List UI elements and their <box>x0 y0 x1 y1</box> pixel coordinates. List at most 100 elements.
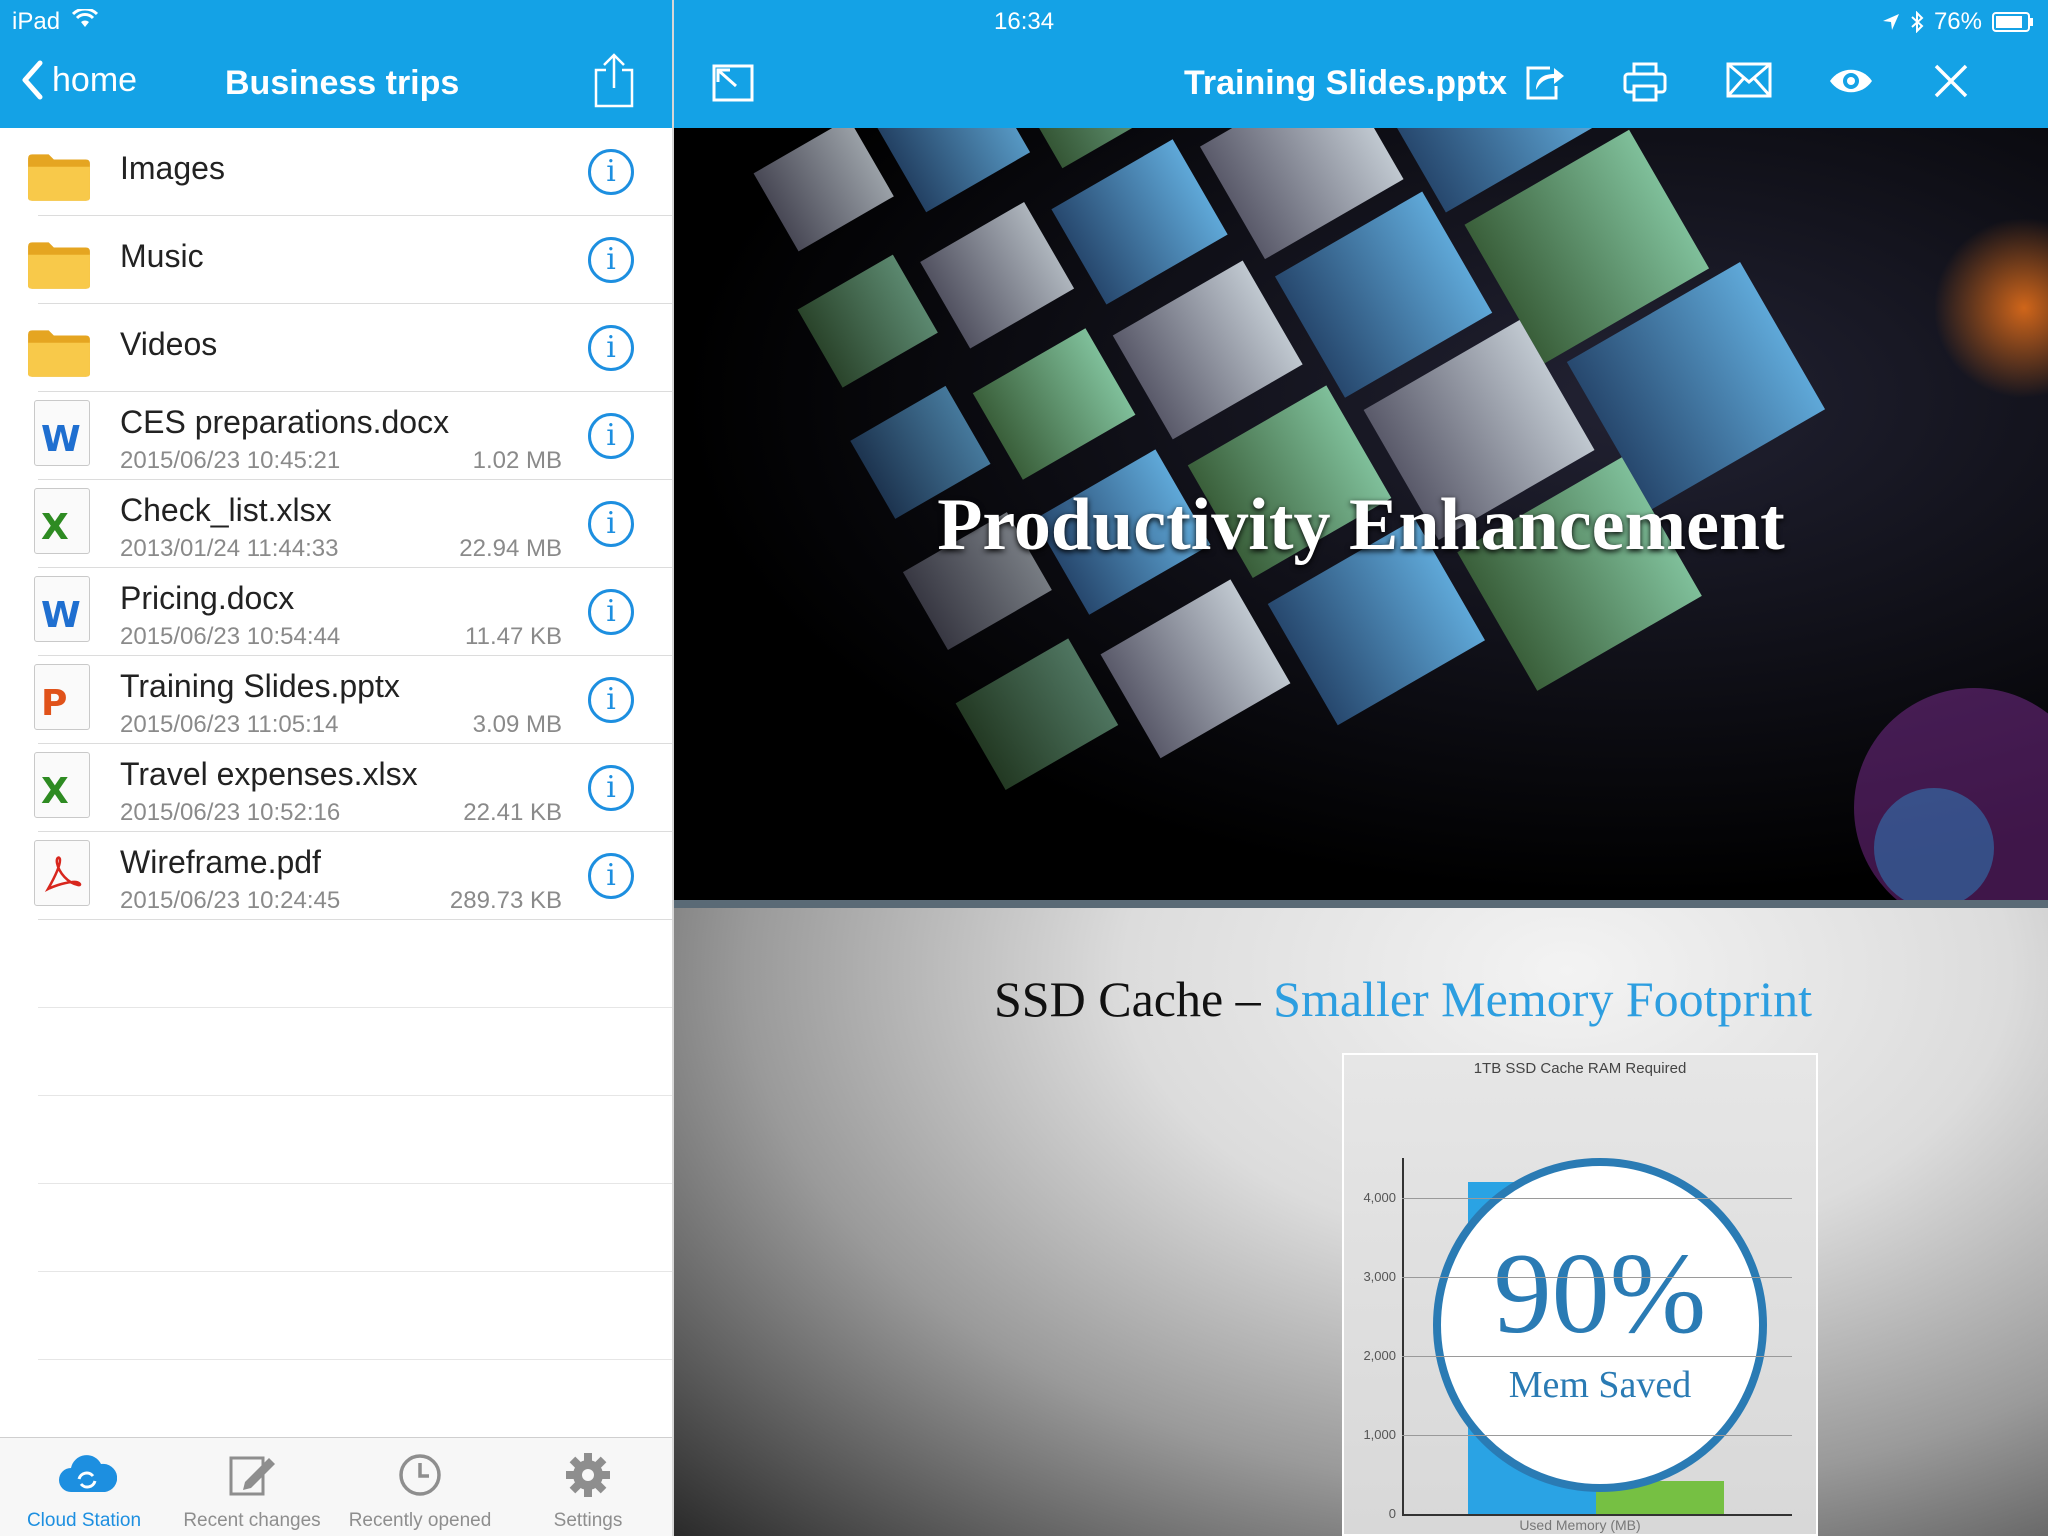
file-type-badge: X <box>41 507 69 548</box>
info-button[interactable]: i <box>588 501 634 547</box>
file-size: 3.09 MB <box>472 711 562 738</box>
empty-row <box>38 1184 672 1272</box>
mem-saved-callout: 90% Mem Saved <box>1433 1158 1767 1492</box>
tab-recently-opened[interactable]: Recently opened <box>336 1438 504 1536</box>
folder-row[interactable]: Videos i <box>28 304 672 392</box>
clock-icon <box>399 1454 441 1496</box>
folder-name: Images <box>120 150 225 186</box>
tab-label: Recent changes <box>183 1510 321 1531</box>
folder-name: Videos <box>120 326 218 362</box>
share-icon[interactable] <box>592 52 636 108</box>
folder-icon <box>28 154 90 201</box>
chart-x-axis <box>1402 1514 1792 1516</box>
file-browser-pane: iPad home Business trips Images i Music i … <box>0 0 672 1536</box>
excel-file-icon: X <box>34 488 90 554</box>
document-viewer-pane: 16:34 76% Training Slides.pptx Productiv… <box>674 0 2048 1536</box>
tab-label: Recently opened <box>348 1510 492 1531</box>
folder-title: Business trips <box>225 64 460 102</box>
file-name: Travel expenses.xlsx <box>120 756 418 792</box>
info-button[interactable]: i <box>588 237 634 283</box>
chart-x-label: Used Memory (MB) <box>1519 1517 1641 1533</box>
slide-2-title: SSD Cache – Smaller Memory Footprint <box>994 970 1812 1028</box>
gridline <box>1402 1355 1792 1357</box>
info-button[interactable]: i <box>588 325 634 371</box>
file-row[interactable]: W Pricing.docx 2015/06/23 10:54:44 11.47 … <box>34 568 672 656</box>
pdf-file-icon <box>34 840 90 906</box>
empty-row <box>38 1272 672 1360</box>
back-label: home <box>52 60 138 99</box>
battery-icon <box>1992 12 2033 32</box>
info-button[interactable]: i <box>588 149 634 195</box>
file-row[interactable]: Wireframe.pdf 2015/06/23 10:24:45 289.73… <box>34 832 672 920</box>
file-type-badge: P <box>41 683 68 724</box>
slide-separator <box>674 900 2048 908</box>
empty-row <box>38 1008 672 1096</box>
word-file-icon: W <box>34 400 90 466</box>
gridline <box>1402 1434 1792 1436</box>
file-row[interactable]: W CES preparations.docx 2015/06/23 10:45:… <box>34 392 672 480</box>
file-name: Check_list.xlsx <box>120 492 332 528</box>
mem-saved-percent: 90% <box>1493 1230 1707 1358</box>
right-navbar: 16:34 76% Training Slides.pptx <box>674 0 2048 128</box>
info-button[interactable]: i <box>588 853 634 899</box>
slide-2[interactable]: SSD Cache – Smaller Memory Footprint 1TB… <box>674 908 2048 1536</box>
info-button[interactable]: i <box>588 765 634 811</box>
powerpoint-file-icon: P <box>34 664 90 730</box>
folder-row[interactable]: Images i <box>28 128 672 216</box>
file-date: 2015/06/23 10:52:16 <box>120 799 341 826</box>
folder-row[interactable]: Music i <box>28 216 672 304</box>
file-date: 2013/01/24 11:44:33 <box>120 535 339 562</box>
file-name: Training Slides.pptx <box>120 668 400 704</box>
y-tick-label: 4,000 <box>1363 1189 1396 1205</box>
slide-2-title-prefix: SSD Cache – <box>994 971 1274 1027</box>
file-name: Wireframe.pdf <box>120 844 321 880</box>
tab-settings[interactable]: Settings <box>504 1438 672 1536</box>
folder-icon <box>28 330 90 377</box>
file-date: 2015/06/23 11:05:14 <box>120 711 339 738</box>
file-row[interactable]: X Check_list.xlsx 2013/01/24 11:44:33 22.… <box>34 480 672 568</box>
close-icon[interactable] <box>1932 62 1970 100</box>
file-row[interactable]: P Training Slides.pptx 2015/06/23 11:05:1… <box>34 656 672 744</box>
location-arrow-icon <box>1882 14 1899 30</box>
print-icon[interactable] <box>1622 62 1668 102</box>
file-date: 2015/06/23 10:24:45 <box>120 887 341 914</box>
file-row[interactable]: X Travel expenses.xlsx 2015/06/23 10:52:1… <box>34 744 672 832</box>
chart-y-axis <box>1402 1158 1404 1515</box>
empty-row <box>38 920 672 1008</box>
y-tick-label: 0 <box>1388 1506 1396 1521</box>
pdf-acrobat-glyph <box>44 856 82 892</box>
file-type-badge: W <box>41 419 81 460</box>
carrier-label: iPad <box>12 8 61 35</box>
info-button[interactable]: i <box>588 413 634 459</box>
file-name: Pricing.docx <box>120 580 295 616</box>
back-button[interactable]: home <box>20 60 137 100</box>
mail-icon[interactable] <box>1726 62 1772 98</box>
edit-icon <box>229 1456 275 1496</box>
battery-percent: 76% <box>1933 8 1982 35</box>
file-size: 22.41 KB <box>463 799 562 826</box>
tab-recent-changes[interactable]: Recent changes <box>168 1438 336 1536</box>
slide-2-title-accent: Smaller Memory Footprint <box>1273 971 1812 1027</box>
mem-saved-label: Mem Saved <box>1508 1364 1692 1406</box>
status-indicators: 76% <box>1882 8 2034 36</box>
tab-cloud-station[interactable]: Cloud Station <box>0 1438 168 1536</box>
file-date: 2015/06/23 10:54:44 <box>120 623 341 650</box>
info-button[interactable]: i <box>588 677 634 723</box>
file-type-badge: W <box>41 595 81 636</box>
tab-label: Cloud Station <box>26 1510 142 1531</box>
y-tick-label: 1,000 <box>1363 1426 1396 1442</box>
open-in-icon[interactable] <box>1522 62 1566 102</box>
word-file-icon: W <box>34 576 90 642</box>
y-tick-label: 3,000 <box>1363 1268 1396 1284</box>
status-time: 16:34 <box>994 8 1055 35</box>
tab-bar: Cloud Station Recent changes Recently op… <box>0 1437 672 1536</box>
gridline <box>1402 1197 1792 1199</box>
tab-label: Settings <box>553 1510 623 1531</box>
info-button[interactable]: i <box>588 589 634 635</box>
folder-icon <box>28 242 90 289</box>
slide-1[interactable]: Productivity Enhancement <box>674 128 2048 900</box>
chart-title: 1TB SSD Cache RAM Required <box>1473 1060 1687 1077</box>
exit-fullscreen-icon[interactable] <box>712 64 754 102</box>
eye-icon[interactable] <box>1828 66 1874 96</box>
file-size: 289.73 KB <box>449 887 562 914</box>
